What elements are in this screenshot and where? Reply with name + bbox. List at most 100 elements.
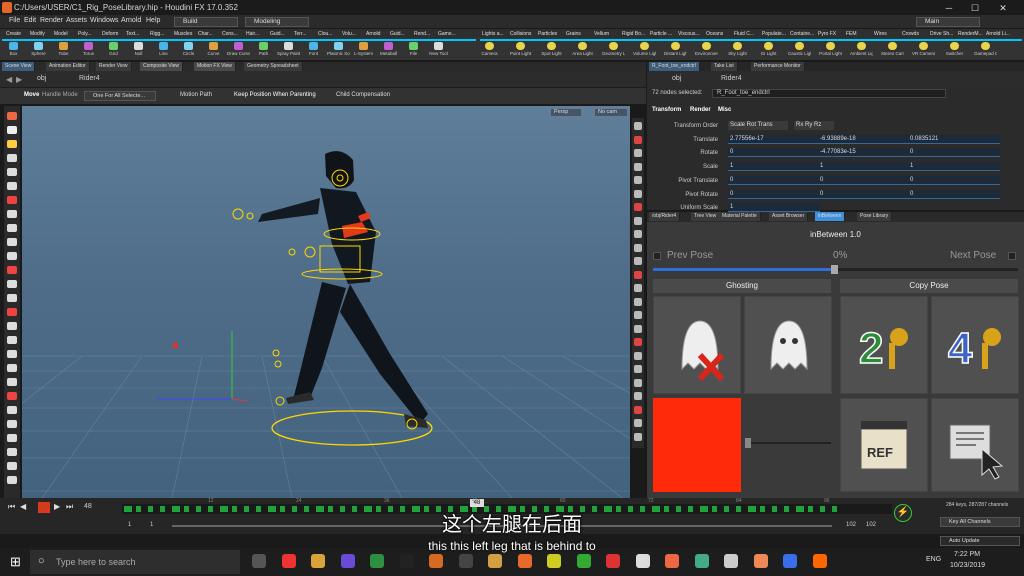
shelf-tool-1[interactable]: Sphere (27, 42, 50, 59)
shelf-tool-12[interactable]: Font (302, 42, 325, 59)
left-tool-icon-25[interactable] (7, 462, 17, 470)
ghost-opacity-slider[interactable] (747, 442, 831, 444)
shelf-tab-left-10[interactable]: Hair... (246, 30, 259, 38)
shelf-tab-left-4[interactable]: Deform (102, 30, 118, 38)
pane-tab-4[interactable]: Motion FX View (194, 62, 236, 71)
left-tool-icon-11[interactable] (7, 266, 17, 274)
left-tool-icon-15[interactable] (7, 322, 17, 330)
shelf-tab-left-16[interactable]: Guid... (390, 30, 405, 38)
shelf-tab-right-6[interactable]: Particle ... (650, 30, 672, 38)
light-tool-11[interactable]: Portal Light (819, 42, 842, 59)
shelf-tab-right-0[interactable]: Lights a... (482, 30, 504, 38)
menu-help[interactable]: Help (146, 17, 160, 24)
shelf-tool-2[interactable]: Tube (52, 42, 75, 59)
taskbar-app-icon-11[interactable] (576, 554, 591, 568)
light-tool-10[interactable]: Caustic Light (788, 42, 811, 59)
maximize-button[interactable]: ☐ (964, 2, 986, 14)
desktop-dropdown[interactable]: Modeling (245, 17, 309, 27)
display-option-icon-10[interactable] (634, 257, 642, 265)
display-option-icon-9[interactable] (634, 243, 642, 252)
menu-assets[interactable]: Assets (66, 17, 87, 24)
copy-pose-4-button[interactable]: 4 (931, 296, 1019, 394)
shelf-tab-left-5[interactable]: Text... (126, 30, 139, 38)
clock-date[interactable]: 10/23/2019 (950, 562, 985, 569)
tab-take-list[interactable]: Take List (711, 62, 738, 71)
ib-tab-4[interactable]: inBetween (815, 212, 846, 221)
shelf-tab-right-15[interactable]: Crowds (902, 30, 919, 38)
shelf-tab-right-7[interactable]: Viscous... (678, 30, 700, 38)
ib-tab-0[interactable]: /obj/Rider4 (649, 212, 681, 221)
shelf-tab-right-11[interactable]: Containe... (790, 30, 814, 38)
shelf-tab-left-18[interactable]: Game... (438, 30, 456, 38)
taskbar-app-icon-9[interactable] (517, 554, 532, 568)
light-tool-7[interactable]: Environment Light (695, 42, 718, 59)
ib-tab-2[interactable]: Material Palette (719, 212, 761, 221)
taskbar-app-icon-13[interactable] (635, 554, 650, 568)
display-option-icon-21[interactable] (634, 405, 642, 414)
left-tool-icon-20[interactable] (7, 392, 17, 400)
child-compensation-toggle[interactable]: Child Compensation (336, 92, 390, 98)
taskbar-app-icon-2[interactable] (311, 554, 325, 568)
shelf-tab-left-1[interactable]: Modify (30, 30, 45, 38)
tab-performance-monitor[interactable]: Performance Monitor (751, 62, 805, 71)
taskbar-app-icon-19[interactable] (812, 554, 827, 568)
left-tool-icon-16[interactable] (7, 336, 17, 344)
left-tool-icon-21[interactable] (7, 406, 17, 414)
param-field-0[interactable]: Scale Rot Trans (728, 121, 788, 130)
taskbar-app-icon-18[interactable] (783, 554, 797, 568)
left-tool-icon-10[interactable] (7, 252, 17, 260)
left-tool-icon-26[interactable] (7, 476, 17, 484)
shelf-tab-right-13[interactable]: FEM (846, 30, 857, 38)
light-tool-16[interactable]: Gamepad Camera (974, 42, 997, 59)
menu-windows[interactable]: Windows (90, 17, 118, 24)
taskbar-app-icon-1[interactable] (281, 554, 296, 568)
handle-dropdown[interactable]: One For All Selecte... (84, 91, 156, 101)
display-option-icon-8[interactable] (634, 230, 642, 238)
ghost-color-swatch[interactable] (653, 398, 741, 492)
ghost-on-button[interactable] (744, 296, 832, 394)
shelf-tool-15[interactable]: Metaball (377, 42, 400, 59)
left-tool-icon-7[interactable] (7, 210, 17, 218)
ghost-off-button[interactable] (653, 296, 741, 394)
left-tool-icon-4[interactable] (7, 168, 17, 176)
next-pose-checkbox[interactable] (1008, 252, 1016, 260)
light-tool-5[interactable]: Volume Light (633, 42, 656, 59)
shelf-tab-left-12[interactable]: Terr... (294, 30, 307, 38)
shelf-tab-right-2[interactable]: Particles (538, 30, 557, 38)
pane-tab-1[interactable]: Animation Editor (46, 62, 90, 71)
shelf-tab-right-4[interactable]: Vellum (594, 30, 609, 38)
tab-transform[interactable]: Transform (652, 107, 681, 113)
light-tool-13[interactable]: Stereo Camera (881, 42, 904, 59)
shelf-tab-left-11[interactable]: Guid... (270, 30, 285, 38)
motion-path-toggle[interactable]: Motion Path (180, 92, 212, 98)
menu-render[interactable]: Render (40, 17, 63, 24)
ib-tab-1[interactable]: Tree View (691, 212, 721, 221)
param-field-0[interactable]: 0 (728, 175, 820, 185)
shelf-tab-left-7[interactable]: Muscles (174, 30, 192, 38)
menu-arnold[interactable]: Arnold (121, 17, 141, 24)
shelf-tab-right-10[interactable]: Populate... (762, 30, 786, 38)
path-obj[interactable]: obj (37, 75, 46, 82)
display-option-icon-1[interactable] (634, 135, 642, 144)
display-option-icon-17[interactable] (634, 351, 642, 360)
shelf-tool-14[interactable]: L-System (352, 42, 375, 59)
shelf-tab-left-6[interactable]: Rigg... (150, 30, 164, 38)
shelf-tab-left-9[interactable]: Cons... (222, 30, 238, 38)
shelf-tab-right-1[interactable]: Collisions (510, 30, 531, 38)
select-controls-button[interactable] (931, 398, 1019, 492)
left-tool-icon-13[interactable] (7, 294, 17, 302)
param-field-2[interactable]: 0.0835121 (908, 134, 1000, 144)
param-field-2[interactable]: 0 (908, 189, 1000, 199)
light-tool-1[interactable]: Point Light (509, 42, 532, 59)
light-tool-9[interactable]: GI Light (757, 42, 780, 59)
shelf-tool-10[interactable]: Path (252, 42, 275, 59)
display-option-icon-23[interactable] (634, 432, 642, 441)
scene-viewport[interactable]: Persp No cam (22, 106, 630, 498)
taskbar-app-icon-4[interactable] (370, 554, 384, 568)
display-option-icon-7[interactable] (634, 216, 642, 225)
close-button[interactable]: ✕ (992, 2, 1014, 14)
pane-tab-3[interactable]: Composite View (140, 62, 184, 71)
prev-pose-checkbox[interactable] (653, 252, 661, 260)
display-option-icon-15[interactable] (634, 324, 642, 333)
taskbar-app-icon-16[interactable] (724, 554, 738, 568)
